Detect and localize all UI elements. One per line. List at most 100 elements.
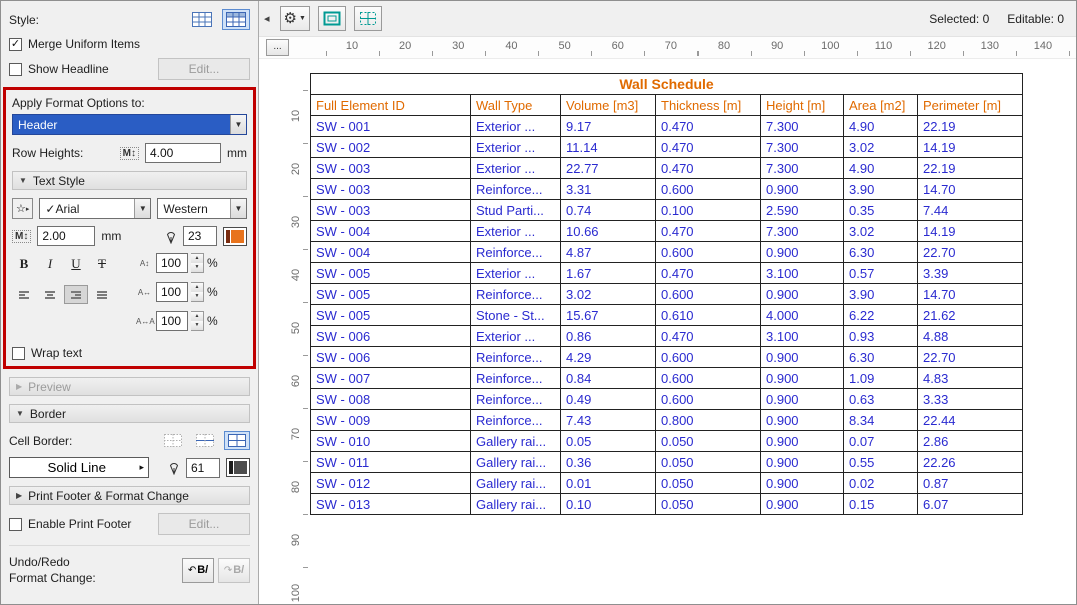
table-cell[interactable]: 0.610 [656, 305, 761, 326]
table-cell[interactable]: 0.87 [918, 473, 1023, 494]
table-cell[interactable]: SW - 005 [311, 263, 471, 284]
table-cell[interactable]: 0.600 [656, 179, 761, 200]
table-row[interactable]: SW - 006Exterior ...0.860.4703.1000.934.… [311, 326, 1023, 347]
text-style-section-header[interactable]: ▼ Text Style [12, 171, 247, 190]
table-cell[interactable]: 0.01 [561, 473, 656, 494]
schedule-title-cell[interactable]: Wall Schedule [311, 74, 1023, 95]
align-left-button[interactable] [12, 285, 36, 304]
table-cell[interactable]: 0.10 [561, 494, 656, 515]
font-pen-color-swatch[interactable] [223, 227, 247, 246]
table-cell[interactable]: SW - 006 [311, 326, 471, 347]
table-cell[interactable]: 22.44 [918, 410, 1023, 431]
table-cell[interactable]: SW - 010 [311, 431, 471, 452]
align-justify-button[interactable] [90, 285, 114, 304]
table-cell[interactable]: 0.900 [761, 389, 844, 410]
table-cell[interactable]: SW - 005 [311, 284, 471, 305]
table-cell[interactable]: 3.02 [561, 284, 656, 305]
table-cell[interactable]: 22.70 [918, 347, 1023, 368]
table-cell[interactable]: 3.33 [918, 389, 1023, 410]
ruler-options-button[interactable]: ... [266, 39, 289, 56]
table-cell[interactable]: Exterior ... [471, 326, 561, 347]
table-cell[interactable]: SW - 002 [311, 137, 471, 158]
table-cell[interactable]: SW - 001 [311, 116, 471, 137]
table-cell[interactable]: 1.09 [844, 368, 918, 389]
table-cell[interactable]: Reinforce... [471, 389, 561, 410]
letter-spacing-stepper[interactable]: ▲▼ [191, 311, 204, 331]
font-family-dropdown[interactable]: ✓Arial ▼ [39, 198, 151, 219]
table-cell[interactable]: Gallery rai... [471, 431, 561, 452]
table-cell[interactable]: 0.900 [761, 179, 844, 200]
table-cell[interactable]: 0.35 [844, 200, 918, 221]
table-cell[interactable]: SW - 003 [311, 200, 471, 221]
preview-section-header[interactable]: ▶ Preview [9, 377, 250, 396]
table-cell[interactable]: 11.14 [561, 137, 656, 158]
ruler-horizontal[interactable]: ... 102030405060708090100110120130140 [259, 37, 1076, 59]
table-cell[interactable]: 0.86 [561, 326, 656, 347]
table-cell[interactable]: 14.19 [918, 137, 1023, 158]
edit-table-button[interactable] [354, 6, 382, 31]
table-cell[interactable]: SW - 012 [311, 473, 471, 494]
border-horizontal-button[interactable] [192, 431, 218, 450]
table-cell[interactable]: 0.600 [656, 368, 761, 389]
table-cell[interactable]: 22.70 [918, 242, 1023, 263]
table-cell[interactable]: 0.470 [656, 116, 761, 137]
table-cell[interactable]: 22.19 [918, 116, 1023, 137]
table-cell[interactable]: 22.77 [561, 158, 656, 179]
table-cell[interactable]: 7.300 [761, 158, 844, 179]
table-row[interactable]: SW - 009Reinforce...7.430.8000.9008.3422… [311, 410, 1023, 431]
table-cell[interactable]: Reinforce... [471, 284, 561, 305]
underline-button[interactable]: U [64, 253, 88, 275]
table-cell[interactable]: 0.470 [656, 137, 761, 158]
table-cell[interactable]: SW - 004 [311, 242, 471, 263]
column-header[interactable]: Height [m] [761, 95, 844, 116]
table-cell[interactable]: 0.05 [561, 431, 656, 452]
table-cell[interactable]: 0.93 [844, 326, 918, 347]
strikethrough-button[interactable]: T [90, 253, 114, 275]
table-row[interactable]: SW - 006Reinforce...4.290.6000.9006.3022… [311, 347, 1023, 368]
table-cell[interactable]: 0.15 [844, 494, 918, 515]
table-row[interactable]: SW - 004Reinforce...4.870.6000.9006.3022… [311, 242, 1023, 263]
table-row[interactable]: SW - 003Exterior ...22.770.4707.3004.902… [311, 158, 1023, 179]
width-factor-input[interactable] [156, 282, 188, 302]
table-row[interactable]: SW - 005Exterior ...1.670.4703.1000.573.… [311, 263, 1023, 284]
table-cell[interactable]: 8.34 [844, 410, 918, 431]
table-cell[interactable]: 9.17 [561, 116, 656, 137]
font-pen-input[interactable] [183, 226, 217, 246]
style-plain-grid-button[interactable] [188, 9, 216, 30]
table-cell[interactable]: 0.900 [761, 368, 844, 389]
table-cell[interactable]: 0.900 [761, 431, 844, 452]
table-cell[interactable]: 0.800 [656, 410, 761, 431]
table-row[interactable]: SW - 003Stud Parti...0.740.1002.5900.357… [311, 200, 1023, 221]
table-cell[interactable]: Exterior ... [471, 116, 561, 137]
letter-spacing-input[interactable] [156, 311, 188, 331]
column-header[interactable]: Volume [m3] [561, 95, 656, 116]
row-heights-input[interactable] [145, 143, 221, 163]
italic-button[interactable]: I [38, 253, 62, 275]
line-type-dropdown[interactable]: Solid Line ▸ [9, 457, 149, 478]
table-cell[interactable]: SW - 003 [311, 179, 471, 200]
column-header[interactable]: Area [m2] [844, 95, 918, 116]
table-cell[interactable]: 6.30 [844, 347, 918, 368]
table-cell[interactable]: Stone - St... [471, 305, 561, 326]
table-cell[interactable]: Reinforce... [471, 410, 561, 431]
border-all-button[interactable] [224, 431, 250, 450]
align-right-button[interactable] [64, 285, 88, 304]
border-section-header[interactable]: ▼ Border [9, 404, 250, 423]
table-row[interactable]: SW - 005Reinforce...3.020.6000.9003.9014… [311, 284, 1023, 305]
table-cell[interactable]: 10.66 [561, 221, 656, 242]
table-cell[interactable]: SW - 005 [311, 305, 471, 326]
table-cell[interactable]: SW - 011 [311, 452, 471, 473]
table-row[interactable]: SW - 004Exterior ...10.660.4707.3003.021… [311, 221, 1023, 242]
table-cell[interactable]: SW - 013 [311, 494, 471, 515]
merge-uniform-items-row[interactable]: ✓ Merge Uniform Items [9, 37, 250, 51]
wrap-text-checkbox[interactable] [12, 347, 25, 360]
select-table-button[interactable] [318, 6, 346, 31]
table-cell[interactable]: 0.74 [561, 200, 656, 221]
table-cell[interactable]: 7.300 [761, 137, 844, 158]
table-cell[interactable]: 0.84 [561, 368, 656, 389]
table-cell[interactable]: 4.88 [918, 326, 1023, 347]
table-cell[interactable]: Reinforce... [471, 368, 561, 389]
print-footer-section-header[interactable]: ▶ Print Footer & Format Change [9, 486, 250, 505]
table-cell[interactable]: 15.67 [561, 305, 656, 326]
table-cell[interactable]: 14.70 [918, 179, 1023, 200]
